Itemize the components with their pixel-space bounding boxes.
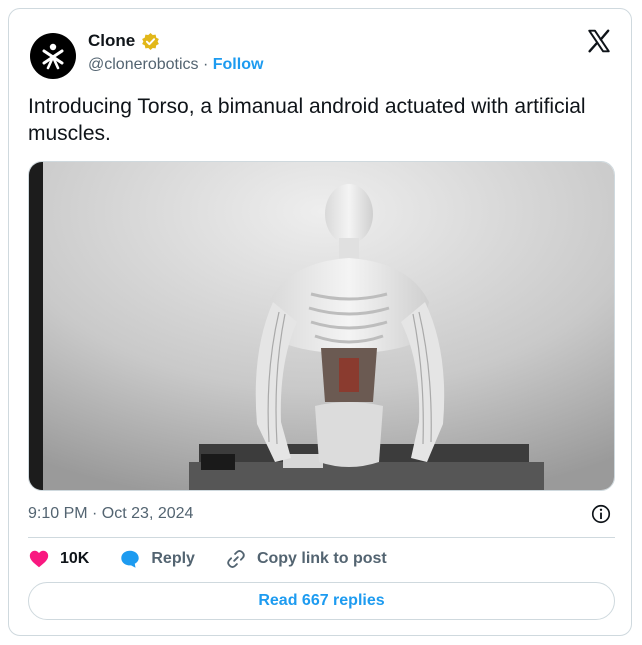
- tweet-text: Introducing Torso, a bimanual android ac…: [28, 95, 586, 145]
- verified-badge-icon: [142, 32, 160, 50]
- like-button[interactable]: 10K: [28, 548, 89, 570]
- action-bar: 10K Reply Copy link to post: [28, 548, 417, 570]
- avatar[interactable]: [30, 33, 76, 79]
- divider: [28, 537, 615, 538]
- author-name-row: Clone: [88, 31, 160, 51]
- tweet-media-image[interactable]: [28, 161, 615, 491]
- info-icon[interactable]: [590, 503, 612, 525]
- link-icon: [227, 550, 245, 568]
- follow-button[interactable]: Follow: [213, 56, 264, 73]
- author-name[interactable]: Clone: [88, 31, 135, 51]
- copy-link-label: Copy link to post: [256, 550, 387, 567]
- like-count: 10K: [60, 550, 90, 567]
- tweet-timestamp[interactable]: 9:10 PM · Oct 23, 2024: [28, 505, 193, 523]
- reply-label: Reply: [151, 550, 195, 567]
- handle-separator: ·: [202, 56, 209, 73]
- read-replies-button[interactable]: Read 667 replies: [28, 582, 615, 620]
- copy-link-button[interactable]: Copy link to post: [225, 548, 387, 570]
- speech-bubble-icon: [121, 550, 140, 568]
- clone-logo-icon: [42, 43, 64, 70]
- reply-button[interactable]: Reply: [119, 548, 195, 570]
- x-logo-icon[interactable]: [586, 28, 612, 54]
- heart-icon: [29, 550, 49, 568]
- author-handle-row: @clonerobotics · Follow: [88, 56, 263, 74]
- android-torso-photo: [29, 162, 614, 490]
- author-handle[interactable]: @clonerobotics: [88, 56, 199, 73]
